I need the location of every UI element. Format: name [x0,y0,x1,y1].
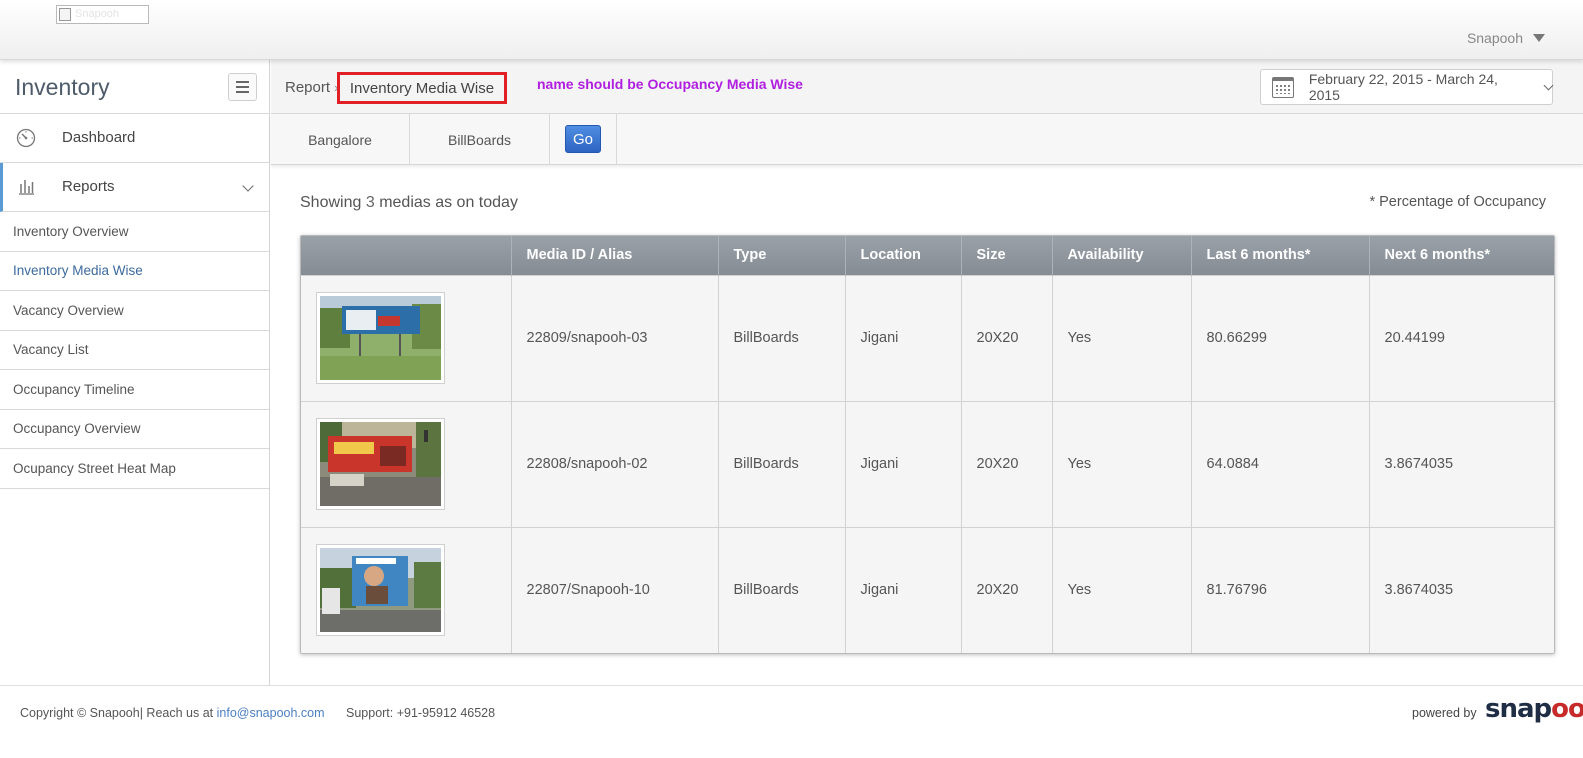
brand-part-ooh: ooh [1551,694,1583,724]
submenu-occupancy-timeline[interactable]: Occupancy Timeline [0,370,269,410]
sidebar-header: Inventory [0,60,269,114]
breadcrumb: Report › Inventory Media Wise name shoul… [271,60,1583,114]
table-row: 22808/snapooh-02 BillBoards Jigani 20X20… [301,400,1554,527]
support-phone: Support: +91-95912 46528 [346,706,496,720]
top-bar: Snapooh Snapooh [0,0,1583,60]
media-table: Media ID / Alias Type Location Size Avai… [300,235,1555,654]
size-cell: 20X20 [961,400,1053,527]
submenu-street-heat-map[interactable]: Ocupancy Street Heat Map [0,449,269,489]
user-name: Snapooh [1466,30,1523,46]
availability-cell: Yes [1052,400,1192,527]
sidebar: Inventory Dashboard Reports Inventory Ov… [0,60,270,685]
powered-by-label: powered by [1412,706,1477,720]
calendar-icon [1272,76,1294,98]
media-thumbnail[interactable] [316,418,445,510]
media-id-cell[interactable]: 22808/snapooh-02 [511,400,719,527]
breadcrumb-root[interactable]: Report [285,79,330,96]
email-link[interactable]: info@snapooh.com [217,706,325,720]
sidebar-item-label: Reports [62,178,115,195]
type-cell: BillBoards [718,526,846,653]
location-cell: Jigani [845,274,962,401]
type-cell: BillBoards [718,400,846,527]
last-6-months-cell: 81.76796 [1191,526,1370,653]
column-header-media-id[interactable]: Media ID / Alias [511,236,719,275]
sidebar-title: Inventory [15,74,110,100]
logo-image[interactable]: Snapooh [56,5,149,24]
submenu-inventory-overview[interactable]: Inventory Overview [0,212,269,252]
next-6-months-cell: 3.8674035 [1369,526,1554,653]
location-cell: Jigani [845,526,962,653]
brand-part-snap: snap [1485,694,1552,724]
thumbnail-cell [301,526,512,653]
column-header-availability[interactable]: Availability [1052,236,1192,275]
chevron-down-icon [1543,80,1554,90]
sidebar-item-reports[interactable]: Reports [0,163,269,212]
last-6-months-cell: 80.66299 [1191,274,1370,401]
last-6-months-cell: 64.0884 [1191,400,1370,527]
date-range-picker[interactable]: February 22, 2015 - March 24, 2015 [1260,69,1554,105]
results-count: 3 [365,194,375,211]
sidebar-item-label: Dashboard [62,129,136,146]
availability-cell: Yes [1052,274,1192,401]
thumbnail-cell [301,400,512,527]
reports-submenu: Inventory Overview Inventory Media Wise … [0,212,269,489]
chevron-down-icon [242,180,254,192]
copyright-label: Copyright © Snapooh| Reach us at [20,706,214,720]
user-menu[interactable]: Snapooh [1467,30,1545,46]
snapooh-logo: snapooh [1485,694,1583,724]
media-thumbnail[interactable] [316,292,445,384]
caret-down-icon [1533,34,1545,42]
submenu-vacancy-list[interactable]: Vacancy List [0,331,269,370]
city-filter[interactable]: Bangalore [271,114,410,165]
column-header-last-6-months[interactable]: Last 6 months* [1191,236,1370,275]
breadcrumb-current: Inventory Media Wise [349,79,495,97]
submenu-vacancy-overview[interactable]: Vacancy Overview [0,291,269,331]
size-cell: 20X20 [961,526,1053,653]
column-header-next-6-months[interactable]: Next 6 months* [1369,236,1554,275]
dashboard-gauge-icon [16,128,36,148]
location-cell: Jigani [845,400,962,527]
filter-bar: Bangalore BillBoards Go [271,114,1583,165]
bar-chart-icon [19,180,34,195]
summary-prefix: Showing [300,194,362,211]
footer: Copyright © Snapooh| Reach us at info@sn… [0,685,1583,758]
hamburger-icon [236,81,249,83]
broken-image-icon [59,8,71,21]
summary-suffix: medias as on today [379,194,518,211]
date-range-value: February 22, 2015 - March 24, 2015 [1308,71,1498,103]
type-cell: BillBoards [718,274,846,401]
media-type-filter[interactable]: BillBoards [410,114,550,165]
main-content: Report › Inventory Media Wise name shoul… [271,60,1583,685]
go-button[interactable]: Go [565,125,601,153]
media-thumbnail[interactable] [316,544,445,637]
billboard-photo-image [320,548,441,633]
thumbnail-cell [301,274,512,401]
percentage-note: * Percentage of Occupancy [1369,194,1546,210]
submenu-occupancy-overview[interactable]: Occupancy Overview [0,410,269,449]
availability-cell: Yes [1052,526,1192,653]
column-header-location[interactable]: Location [845,236,962,275]
billboard-photo-image [320,422,441,506]
submenu-inventory-media-wise[interactable]: Inventory Media Wise [0,252,269,291]
logo-alt-text: Snapooh [75,8,120,20]
column-header-image [301,236,512,275]
media-id-cell[interactable]: 22807/Snapooh-10 [511,526,719,653]
media-id-cell[interactable]: 22809/snapooh-03 [511,274,719,401]
review-annotation: name should be Occupancy Media Wise [537,76,803,92]
breadcrumb-current-highlighted: Inventory Media Wise [337,72,507,104]
sidebar-item-dashboard[interactable]: Dashboard [0,114,269,163]
size-cell: 20X20 [961,274,1053,401]
column-header-size[interactable]: Size [961,236,1053,275]
table-row: 22807/Snapooh-10 BillBoards Jigani 20X20… [301,526,1554,653]
next-6-months-cell: 20.44199 [1369,274,1554,401]
billboard-photo-image [320,296,441,380]
copyright-text: Copyright © Snapooh| Reach us at info@sn… [20,706,325,720]
results-summary: Showing 3 medias as on today [300,194,518,212]
next-6-months-cell: 3.8674035 [1369,400,1554,527]
menu-toggle-button[interactable] [228,73,257,101]
table-row: 22809/snapooh-03 BillBoards Jigani 20X20… [301,274,1554,401]
column-header-type[interactable]: Type [718,236,846,275]
table-header-row: Media ID / Alias Type Location Size Avai… [301,236,1554,275]
